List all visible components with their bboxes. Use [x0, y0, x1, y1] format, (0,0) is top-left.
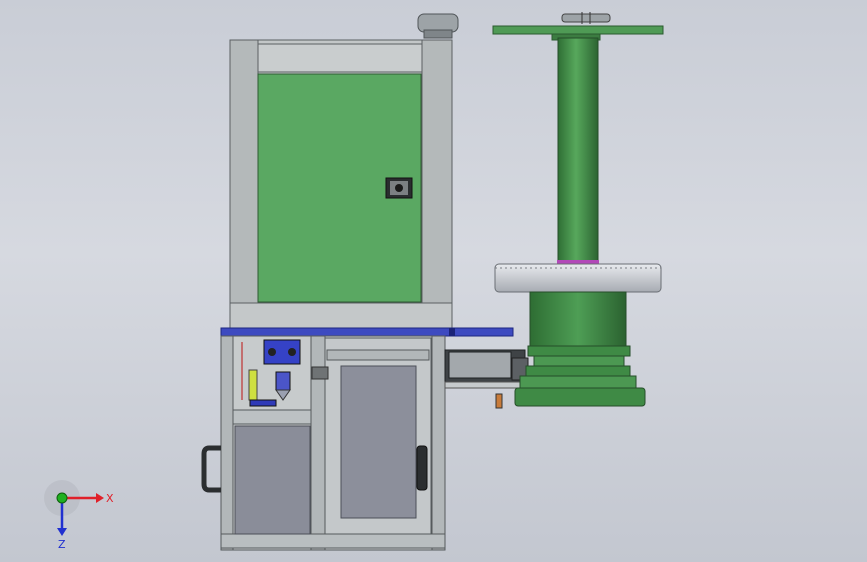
frame-left-upright — [220, 335, 234, 551]
lower-left-panel[interactable] — [234, 425, 311, 535]
x-axis-label: X — [106, 492, 114, 505]
base-foot — [514, 387, 646, 407]
frame-shelf — [232, 409, 312, 425]
top-plate — [492, 25, 664, 35]
x-axis-arrow-icon — [96, 493, 104, 503]
cabinet-top-rail — [257, 43, 423, 73]
frame-right-upright — [431, 335, 446, 551]
cabinet-right-post — [421, 39, 453, 306]
column-base — [529, 291, 627, 349]
cabinet-bottom-band — [229, 302, 453, 329]
z-axis-arrow-icon — [57, 528, 67, 536]
cabinet-left-post — [229, 39, 259, 306]
mounting-plate[interactable] — [220, 327, 514, 337]
y-axis-dot-icon — [56, 492, 68, 504]
door-handle-icon[interactable] — [416, 445, 428, 491]
lower-frame[interactable] — [201, 335, 446, 551]
side-handle-icon[interactable] — [201, 445, 221, 493]
rotary-column[interactable] — [492, 12, 664, 407]
frame-bottom-rail — [220, 533, 446, 549]
upper-cabinet[interactable] — [229, 13, 459, 329]
lower-door-panel[interactable] — [340, 365, 417, 519]
orientation-triad: X Z — [44, 480, 114, 550]
door-top-rail — [326, 349, 430, 361]
frame-bracket — [311, 366, 329, 380]
cad-viewport[interactable] — [0, 0, 867, 562]
plate-marker — [449, 328, 455, 336]
conveyor-pin — [495, 393, 503, 409]
z-axis-label: Z — [58, 538, 66, 550]
top-pulley — [417, 13, 459, 39]
main-column — [557, 37, 599, 265]
door-lock-icon[interactable] — [385, 177, 413, 199]
top-plate-hub — [561, 13, 611, 23]
